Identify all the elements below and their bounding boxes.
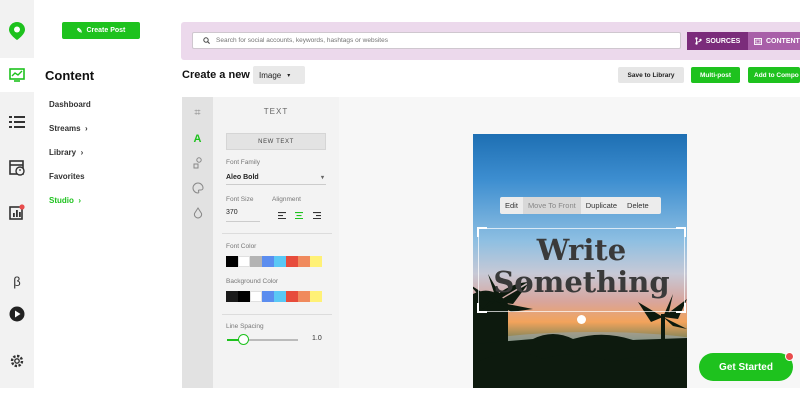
content-button[interactable]: CONTENT <box>748 32 800 50</box>
publisher-icon[interactable] <box>8 66 26 84</box>
editor-tool-strip: ⌗ A <box>182 97 213 388</box>
font-color-swatch-0[interactable] <box>226 256 238 267</box>
play-icon[interactable] <box>8 305 26 323</box>
move-to-front-menu-item[interactable]: Move To Front <box>522 197 581 214</box>
line-spacing-label: Line Spacing <box>226 323 264 330</box>
font-color-swatch-5[interactable] <box>286 256 298 267</box>
font-family-label: Font Family <box>226 159 260 166</box>
background-color-swatch-1[interactable] <box>238 291 250 302</box>
element-context-menu: Edit Move To Front Duplicate Delete <box>500 197 661 214</box>
multi-post-button[interactable]: Multi-post <box>691 67 740 83</box>
planner-icon[interactable] <box>8 158 26 176</box>
font-color-swatch-7[interactable] <box>310 256 322 267</box>
line-spacing-value: 1.0 <box>312 335 322 342</box>
create-new-label: Create a new <box>182 69 250 81</box>
font-color-swatches <box>226 256 322 267</box>
background-color-swatch-5[interactable] <box>286 291 298 302</box>
content-type-select[interactable]: Image ▾ <box>253 66 305 84</box>
create-post-label: Create Post <box>86 27 126 34</box>
sidebar-item-library[interactable]: Library › <box>49 148 83 157</box>
sidebar-item-dashboard[interactable]: Dashboard <box>49 100 91 109</box>
sidebar-title: Content <box>45 68 95 83</box>
background-color-swatches <box>226 291 322 302</box>
settings-gear-icon[interactable] <box>8 352 26 370</box>
streams-list-icon[interactable] <box>8 113 26 131</box>
background-color-swatch-4[interactable] <box>274 291 286 302</box>
notification-dot <box>785 352 794 361</box>
text-tool-icon[interactable]: A <box>191 132 204 145</box>
font-family-select[interactable]: Aleo Bold ▾ <box>226 171 326 185</box>
shapes-icon[interactable] <box>191 156 204 169</box>
sidebar-item-favorites[interactable]: Favorites <box>49 172 85 181</box>
content-image-icon <box>754 37 762 45</box>
text-properties-panel: TEXT NEW TEXT Font Family Aleo Bold ▾ Fo… <box>213 97 339 388</box>
sources-button[interactable]: SOURCES <box>687 32 748 50</box>
caret-down-icon: ▾ <box>287 72 291 79</box>
create-post-button[interactable]: ✎ Create Post <box>62 22 140 39</box>
panel-divider <box>222 233 332 234</box>
background-color-swatch-2[interactable] <box>250 291 262 302</box>
font-color-swatch-1[interactable] <box>238 256 250 267</box>
feather-pen-icon: ✎ <box>76 27 83 35</box>
font-color-swatch-4[interactable] <box>274 256 286 267</box>
save-to-library-button[interactable]: Save to Library <box>618 67 684 83</box>
sidebar-item-studio[interactable]: Studio › <box>49 196 81 205</box>
align-left-icon[interactable] <box>278 212 286 219</box>
delete-menu-item[interactable]: Delete <box>622 197 654 214</box>
branch-icon <box>694 37 702 45</box>
chevron-right-icon: › <box>80 148 84 157</box>
resize-handle[interactable] <box>676 303 686 313</box>
panel-divider <box>222 314 332 315</box>
line-spacing-slider-thumb[interactable] <box>238 334 249 345</box>
analytics-icon[interactable] <box>8 203 26 221</box>
font-color-swatch-2[interactable] <box>250 256 262 267</box>
font-color-label: Font Color <box>226 243 257 250</box>
palette-icon[interactable] <box>191 181 204 194</box>
font-color-swatch-6[interactable] <box>298 256 310 267</box>
content-sidebar: ✎ Create Post Content Dashboard Streams … <box>34 0 174 388</box>
align-right-icon[interactable] <box>313 212 321 219</box>
search-input[interactable] <box>216 37 656 44</box>
beta-icon[interactable]: β <box>8 272 26 290</box>
duplicate-menu-item[interactable]: Duplicate <box>581 197 622 214</box>
app-root: β ✎ Create Post Content Dashboard Stream… <box>0 0 800 400</box>
rotate-handle[interactable] <box>577 315 586 324</box>
edit-menu-item[interactable]: Edit <box>500 197 523 214</box>
chevron-right-icon: › <box>85 124 88 133</box>
alignment-label: Alignment <box>272 196 301 203</box>
background-color-swatch-0[interactable] <box>226 291 238 302</box>
caret-down-icon: ▾ <box>320 175 324 181</box>
font-size-input[interactable]: 370 <box>226 209 260 222</box>
search-box[interactable] <box>192 32 681 49</box>
add-to-compose-button[interactable]: Add to Compo <box>748 67 800 83</box>
left-rail: β <box>0 0 34 388</box>
align-center-icon[interactable] <box>295 212 303 219</box>
background-color-label: Background Color <box>226 278 279 285</box>
location-pin-logo-icon[interactable] <box>8 22 26 40</box>
background-color-swatch-6[interactable] <box>298 291 310 302</box>
sidebar-item-streams[interactable]: Streams › <box>49 124 88 133</box>
new-text-button[interactable]: NEW TEXT <box>226 133 326 150</box>
chevron-right-icon: › <box>78 196 82 205</box>
search-icon <box>203 37 210 44</box>
background-color-swatch-7[interactable] <box>310 291 322 302</box>
font-color-swatch-3[interactable] <box>262 256 274 267</box>
crop-icon[interactable]: ⌗ <box>191 107 204 120</box>
fill-drop-icon[interactable] <box>191 206 204 219</box>
font-size-label: Font Size <box>226 196 254 203</box>
search-bar-region: SOURCES CONTENT <box>181 22 800 60</box>
get-started-button[interactable]: Get Started <box>699 353 793 381</box>
background-color-swatch-3[interactable] <box>262 291 274 302</box>
resize-handle[interactable] <box>477 303 487 313</box>
canvas-text-element[interactable]: Write Something <box>478 234 685 298</box>
panel-heading: TEXT <box>263 106 289 116</box>
